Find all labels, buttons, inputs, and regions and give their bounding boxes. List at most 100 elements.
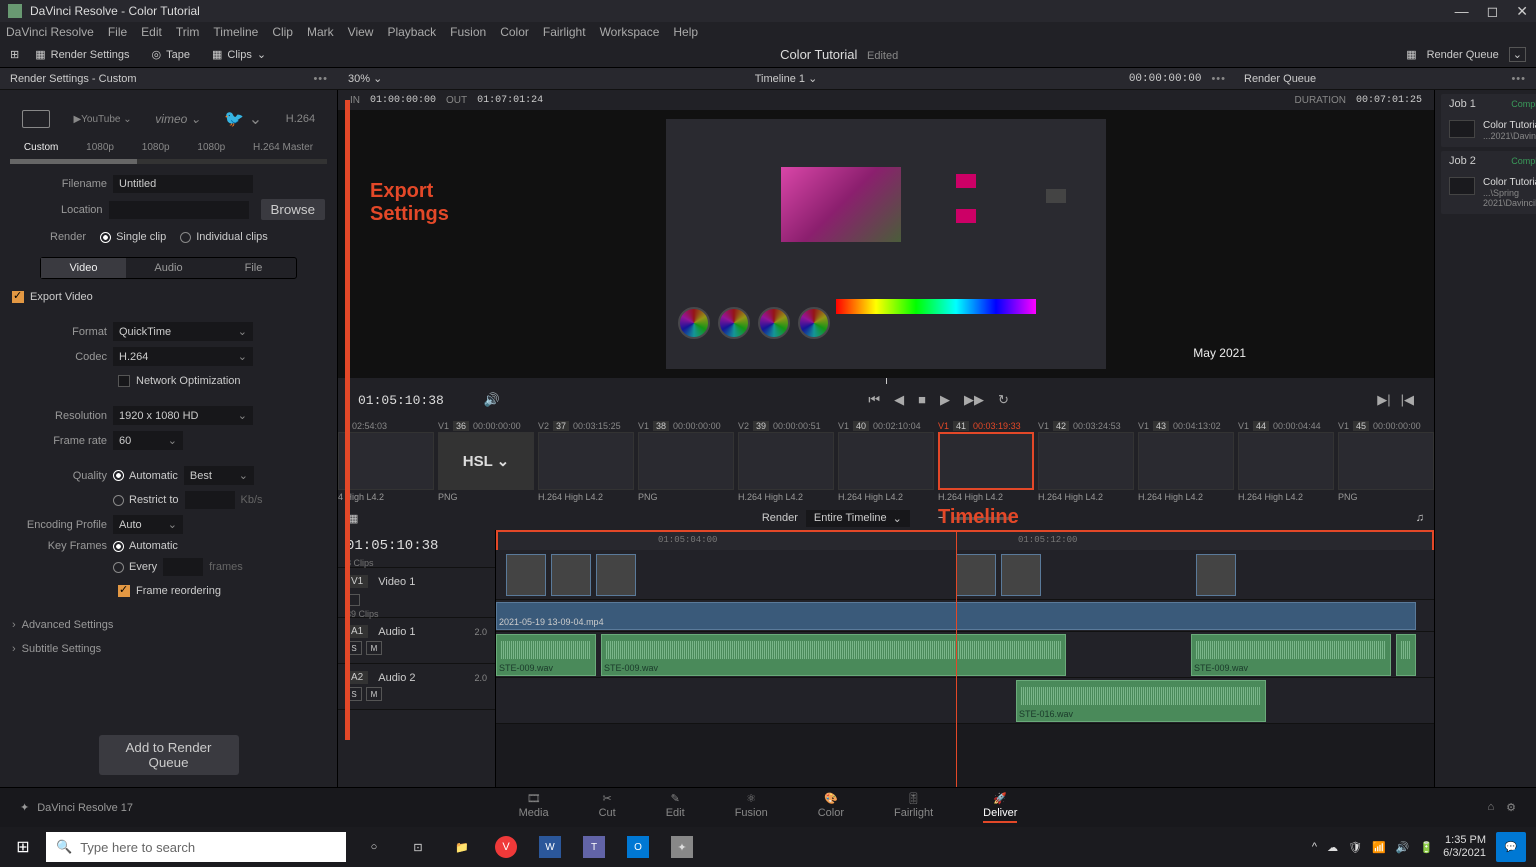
panel-toggle-icon[interactable]: ⊞ [10, 48, 19, 61]
clip-thumbnail[interactable]: V14100:03:19:33H.264 High L4.2 [938, 420, 1034, 502]
audio-clip[interactable]: STE-009.wav [1191, 634, 1391, 676]
keyframes-value[interactable] [163, 558, 203, 576]
render-settings-toggle[interactable]: ▦Render Settings [29, 46, 135, 63]
preset-vimeo[interactable]: vimeo ⌄ [155, 112, 200, 126]
taskbar-clock[interactable]: 1:35 PM 6/3/2021 [1443, 834, 1486, 860]
menu-fusion[interactable]: Fusion [450, 25, 486, 39]
export-video-checkbox[interactable] [12, 291, 24, 303]
clip-thumbnail[interactable]: V14300:04:13:02H.264 High L4.2 [1138, 420, 1234, 502]
clip-thumbnail[interactable]: V13800:00:00:00PNG [638, 420, 734, 502]
viewer-timecode[interactable]: 00:00:00:00 [1129, 73, 1202, 85]
clip-thumbnail[interactable]: V14200:03:24:53H.264 High L4.2 [1038, 420, 1134, 502]
keyframes-every-radio[interactable]: Every [113, 561, 157, 573]
home-icon[interactable]: ⌂ [1487, 801, 1494, 814]
page-fairlight[interactable]: 🎚Fairlight [894, 792, 933, 823]
notification-center[interactable]: 💬45 [1496, 832, 1526, 862]
menu-help[interactable]: Help [673, 25, 698, 39]
frame-reorder-checkbox[interactable] [118, 585, 130, 597]
page-color[interactable]: 🎨Color [818, 792, 844, 823]
expand-icon[interactable]: ⌄ [1509, 47, 1526, 62]
minimize-button[interactable]: — [1455, 3, 1469, 20]
render-job[interactable]: Job 2Completed in 00:04:48📶✎✕Color Tutor… [1441, 151, 1536, 214]
tab-audio[interactable]: Audio [126, 258, 211, 278]
loop-button[interactable]: ↻ [998, 392, 1009, 408]
codec-select[interactable]: H.264 [113, 347, 253, 366]
volume-tray-icon[interactable]: 🔊 [1396, 841, 1410, 854]
clip-thumbnail[interactable]: V14000:02:10:04H.264 High L4.2 [838, 420, 934, 502]
next-clip-button[interactable]: ▶| [1377, 392, 1390, 408]
teams-icon[interactable]: T [574, 827, 614, 867]
clip-thumbnail[interactable]: V23700:03:15:25H.264 High L4.2 [538, 420, 634, 502]
menu-mark[interactable]: Mark [307, 25, 334, 39]
clip-thumbnail[interactable]: 02:54:034 High L4.2 [338, 420, 434, 502]
next-frame-button[interactable]: ▶▶ [964, 392, 984, 408]
maximize-button[interactable]: ◻ [1487, 3, 1499, 20]
start-button[interactable]: ⊞ [0, 827, 46, 867]
tab-file[interactable]: File [211, 258, 296, 278]
render-scope-select[interactable]: Entire Timeline⌄ [806, 510, 910, 527]
first-frame-button[interactable]: ⏮ [868, 392, 880, 408]
framerate-select[interactable]: 60 [113, 431, 183, 450]
menu-file[interactable]: File [108, 25, 127, 39]
timeline-selector[interactable]: Timeline 1 ⌄ [755, 72, 818, 85]
battery-icon[interactable]: 🔋 [1419, 841, 1433, 854]
audio-clip[interactable]: STE-009.wav [496, 634, 596, 676]
audio-clip[interactable]: STE-009.wav [601, 634, 1066, 676]
transport-timecode[interactable]: 01:05:10:38 [358, 393, 444, 408]
page-fusion[interactable]: ⚛Fusion [735, 792, 768, 823]
page-cut[interactable]: ✂Cut [599, 792, 616, 823]
prev-frame-button[interactable]: ◀ [894, 392, 904, 408]
out-point[interactable]: 01:07:01:24 [477, 95, 543, 106]
cortana-icon[interactable]: ○ [354, 827, 394, 867]
resolution-select[interactable]: 1920 x 1080 HD [113, 406, 253, 425]
in-point[interactable]: 01:00:00:00 [370, 95, 436, 106]
vivaldi-icon[interactable]: V [486, 827, 526, 867]
quality-auto-radio[interactable]: Automatic [113, 470, 178, 482]
tab-video[interactable]: Video [41, 258, 126, 278]
word-icon[interactable]: W [530, 827, 570, 867]
clip-thumbnail[interactable]: V14500:00:00:00PNG [1338, 420, 1434, 502]
menu-view[interactable]: View [348, 25, 374, 39]
panel-menu-icon[interactable]: ••• [313, 73, 328, 85]
onedrive-icon[interactable]: ☁ [1327, 841, 1338, 854]
timeline-tracks[interactable]: 01:05:04:00 01:05:12:00 2021-05-19 13-09… [496, 530, 1434, 787]
preset-twitter[interactable]: 🐦 ⌄ [224, 109, 262, 129]
taskbar-search[interactable]: 🔍 Type here to search [46, 832, 346, 862]
clip-thumbnail[interactable]: V13600:00:00:00HSL ⌄PNG [438, 420, 534, 502]
timeline-ruler[interactable]: 01:05:04:00 01:05:12:00 [496, 530, 1434, 550]
clips-toggle[interactable]: ▦Clips⌄ [206, 46, 272, 63]
individual-clips-radio[interactable]: Individual clips [180, 231, 268, 243]
prev-clip-button[interactable]: |◀ [1401, 392, 1414, 408]
page-edit[interactable]: ✎Edit [666, 792, 685, 823]
audio-clip[interactable] [1396, 634, 1416, 676]
mute-button[interactable]: M [366, 641, 382, 655]
timeline-timecode[interactable]: 01:05:10:38 [346, 534, 487, 558]
page-media[interactable]: 🎞Media [519, 792, 549, 823]
menu-color[interactable]: Color [500, 25, 529, 39]
tray-chevron-icon[interactable]: ^ [1312, 841, 1317, 853]
menu-workspace[interactable]: Workspace [600, 25, 660, 39]
filename-input[interactable] [113, 175, 253, 193]
render-job[interactable]: Job 1Completed in 00:03:00📶✎✕Color Tutor… [1441, 94, 1536, 147]
volume-icon[interactable]: 🔊 [484, 392, 500, 408]
menu-davinci-resolve[interactable]: DaVinci Resolve [6, 25, 94, 39]
stop-button[interactable]: ■ [918, 392, 926, 408]
render-queue-toggle[interactable]: Render Queue [1427, 49, 1499, 61]
menu-trim[interactable]: Trim [176, 25, 200, 39]
viewer-menu-icon[interactable]: ••• [1211, 73, 1226, 85]
play-button[interactable]: ▶ [940, 392, 950, 408]
browse-button[interactable]: Browse [261, 199, 325, 220]
task-view-icon[interactable]: ⊡ [398, 827, 438, 867]
keyframes-auto-radio[interactable]: Automatic [113, 540, 178, 552]
viewer-zoom[interactable]: 30% ⌄ [348, 72, 382, 85]
quality-best-select[interactable]: Best [184, 466, 254, 485]
preset-h264[interactable]: H.264 [286, 113, 315, 125]
menu-fairlight[interactable]: Fairlight [543, 25, 586, 39]
location-input[interactable] [109, 201, 249, 219]
settings-icon[interactable]: ⚙ [1506, 801, 1516, 814]
quality-restrict-radio[interactable]: Restrict to [113, 494, 179, 506]
clip-thumbnail[interactable]: V14400:00:04:44H.264 High L4.2 [1238, 420, 1334, 502]
kbps-input[interactable] [185, 491, 235, 509]
subtitle-settings-toggle[interactable]: Subtitle Settings [0, 637, 337, 661]
format-select[interactable]: QuickTime [113, 322, 253, 341]
